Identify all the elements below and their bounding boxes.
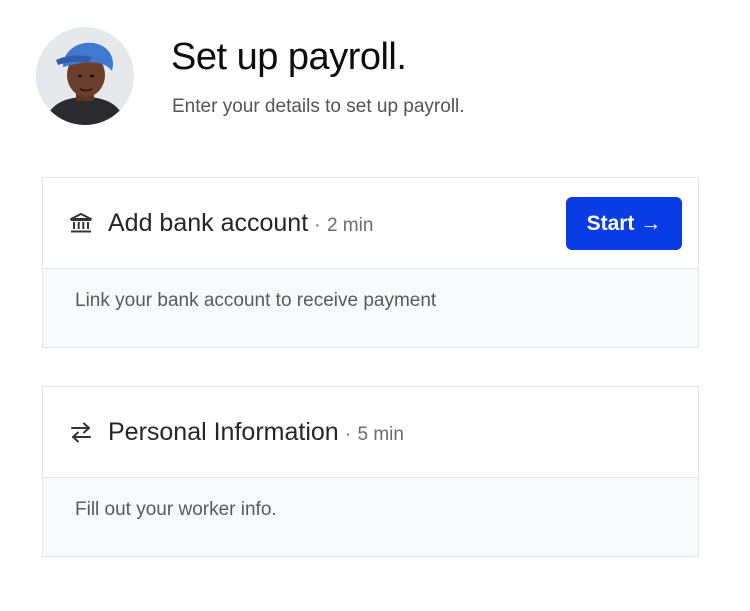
bank-account-card: Add bank account · 2 min Start → Link you… — [42, 177, 699, 348]
card-separator: · — [314, 215, 321, 236]
card-separator: · — [344, 424, 352, 445]
arrow-right-icon: → — [640, 211, 662, 235]
card-title: Personal Information — [108, 418, 339, 446]
avatar-image — [36, 27, 134, 125]
swap-arrows-icon — [69, 420, 93, 444]
card-description: Link your bank account to receive paymen… — [75, 290, 437, 311]
card-duration: 5 min — [357, 424, 404, 445]
card-header: Add bank account · 2 min Start → — [43, 178, 698, 269]
card-header: Personal Information · 5 min — [43, 387, 698, 478]
card-duration: 2 min — [326, 215, 374, 236]
start-button[interactable]: Start → — [566, 197, 682, 250]
page-title: Set up payroll. — [171, 36, 407, 78]
card-title-group: Personal Information · 5 min — [108, 415, 404, 453]
start-button-label: Start — [586, 211, 635, 235]
card-title: Add bank account — [108, 209, 309, 237]
card-description: Fill out your worker info. — [75, 499, 277, 520]
card-title-group: Add bank account · 2 min — [108, 206, 373, 244]
avatar — [36, 27, 134, 125]
personal-information-card[interactable]: Personal Information · 5 min Fill out you… — [42, 386, 699, 557]
card-footer: Fill out your worker info. — [43, 478, 698, 556]
page-subtitle: Enter your details to set up payroll. — [172, 96, 465, 117]
bank-icon — [69, 211, 93, 235]
payroll-setup-page: Set up payroll. Enter your details to se… — [0, 0, 750, 611]
card-footer: Link your bank account to receive paymen… — [43, 269, 698, 347]
